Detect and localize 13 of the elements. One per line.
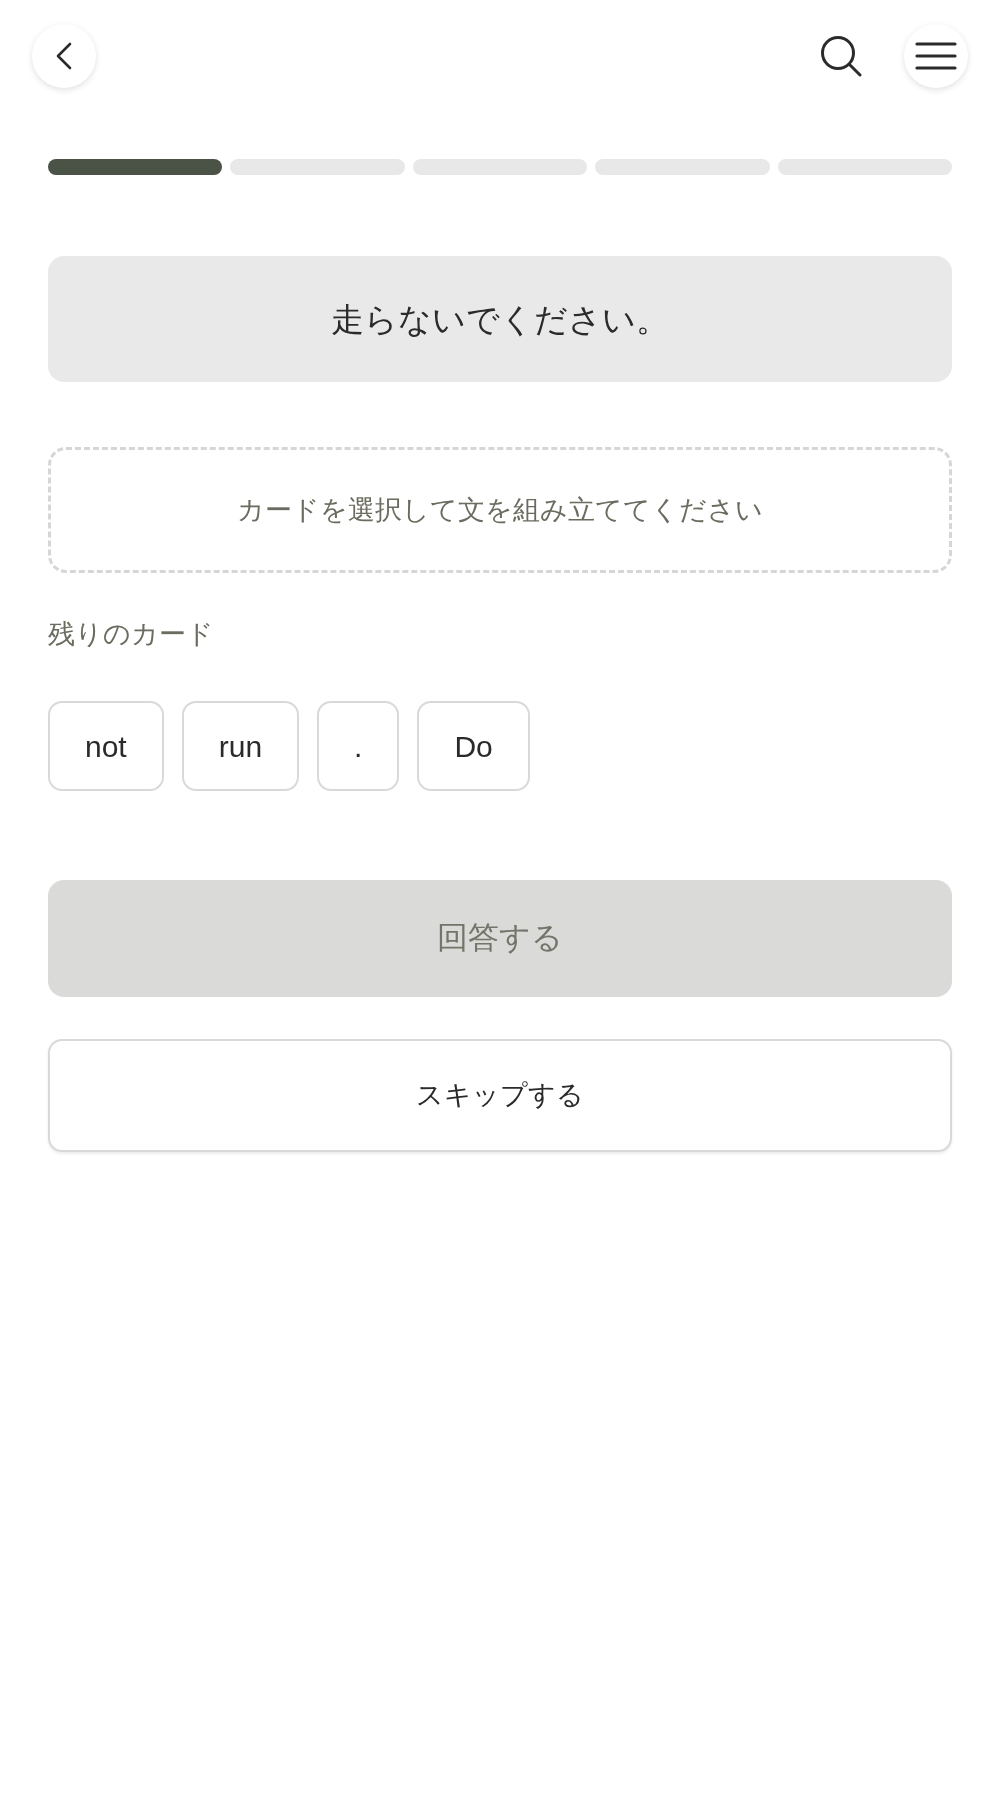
menu-icon (915, 42, 957, 70)
menu-button[interactable] (904, 24, 968, 88)
word-card[interactable]: run (181, 701, 300, 791)
chevron-left-icon (56, 42, 72, 70)
answer-box[interactable]: カードを選択して文を組み立ててください (48, 447, 952, 573)
section-label: 残りのカード (48, 618, 214, 651)
search-icon (820, 35, 862, 77)
search-button[interactable] (820, 35, 862, 77)
prompt-sentence: 走らないでください。 (331, 302, 669, 336)
word-card[interactable]: not (48, 701, 164, 791)
word-card[interactable]: . (317, 701, 400, 791)
skip-button[interactable]: スキップする (48, 1039, 952, 1152)
word-card[interactable]: Do (417, 701, 530, 791)
